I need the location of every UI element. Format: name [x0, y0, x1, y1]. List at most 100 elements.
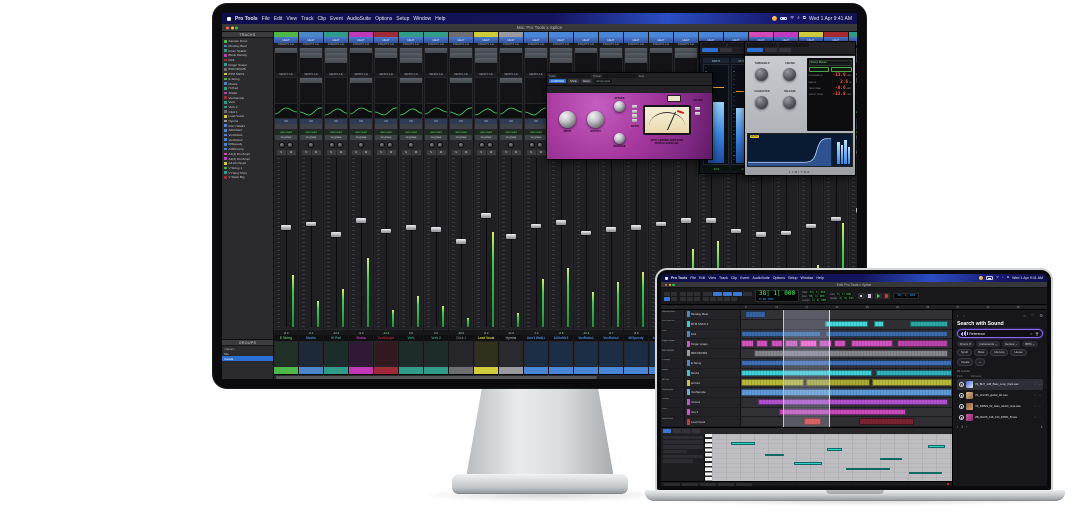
insert-slot[interactable] [575, 58, 597, 63]
insert-slot[interactable] [475, 48, 497, 53]
comments-block[interactable] [525, 342, 547, 366]
menu-clip[interactable]: Clip [317, 16, 326, 22]
track-list-mini-item[interactable]: E String [661, 358, 685, 368]
solo-button[interactable]: S [326, 150, 336, 155]
pan-knobs[interactable] [299, 140, 323, 149]
io-input-selector[interactable]: I/O [325, 118, 347, 124]
audio-clip[interactable] [850, 340, 893, 347]
track-nameplate[interactable]: Hi Pad [324, 335, 348, 341]
search-input[interactable]: Reference ⟳ 🗑 [957, 329, 1043, 338]
send-slot[interactable] [500, 83, 522, 88]
comments-block[interactable] [325, 342, 347, 366]
insert-slot[interactable] [675, 63, 697, 68]
fader-cap[interactable] [356, 218, 366, 223]
midi-note[interactable] [764, 453, 784, 457]
plugin-preset-selector[interactable] [602, 74, 637, 78]
automation-mode-selector[interactable]: auto read [325, 129, 347, 135]
tag-chip[interactable]: Hip Hop [990, 348, 1009, 357]
send-slot[interactable] [400, 83, 422, 88]
insert-slot[interactable] [350, 48, 372, 53]
menubar-clock[interactable]: Wed 1 Apr 9:41 AM [1012, 276, 1043, 280]
fader-cap[interactable] [706, 218, 716, 223]
edit-mode-buttons[interactable] [664, 291, 677, 301]
track-header[interactable]: VoxSample [685, 388, 741, 397]
solo-mute-buttons[interactable]: SM [449, 149, 473, 155]
audio-clip[interactable] [825, 330, 948, 338]
play-icon[interactable] [958, 414, 964, 420]
solo-mute-buttons[interactable]: SM [374, 149, 398, 155]
menu-track[interactable]: Track [719, 276, 728, 280]
insert-slot[interactable] [575, 63, 597, 68]
send-slot[interactable] [450, 83, 472, 88]
insert-slot[interactable] [325, 53, 347, 58]
solo-mute-buttons[interactable]: SM [299, 149, 323, 155]
control-center-icon[interactable]: ⧉ [803, 16, 806, 21]
track-nameplate[interactable]: Lead Vocal [474, 335, 498, 341]
insert-slot[interactable] [500, 58, 522, 63]
grid-nudge-fields[interactable]: Grid 0| 1| 000 Nudge 0| 0| 010 [830, 292, 855, 300]
audio-clip[interactable] [755, 340, 769, 347]
pan-knob[interactable] [287, 142, 293, 148]
insert-slot[interactable] [275, 53, 297, 58]
insert-slot[interactable] [650, 63, 672, 68]
track-header[interactable]: Hi Pad [685, 378, 741, 387]
zoom-window-icon[interactable] [672, 283, 675, 286]
stop-button[interactable] [866, 293, 874, 299]
fader-section[interactable] [450, 156, 472, 329]
send-slot[interactable] [475, 98, 497, 103]
audio-clip[interactable] [909, 320, 948, 328]
apple-menu-icon[interactable] [665, 276, 668, 280]
fader-section[interactable] [525, 156, 547, 329]
transport-controls[interactable] [857, 293, 891, 299]
pan-knob[interactable] [487, 142, 493, 148]
likes-icon[interactable]: ♡ [1031, 313, 1035, 318]
audio-clip[interactable] [876, 369, 952, 377]
track-header[interactable]: E String [685, 358, 741, 368]
results-pagination[interactable]: ‹ 1 › ⇩ [957, 425, 1043, 429]
more-options-icon[interactable]: ⋯ [1039, 404, 1042, 408]
fader-cap[interactable] [681, 218, 691, 223]
send-slot[interactable] [375, 77, 397, 83]
menu-edit[interactable]: Edit [699, 276, 705, 280]
insert-slot[interactable] [275, 58, 297, 63]
automation-mode-selector[interactable]: auto read [400, 129, 422, 135]
insert-slot[interactable] [625, 58, 647, 63]
menu-help[interactable]: Help [816, 276, 823, 280]
send-slot[interactable] [400, 93, 422, 98]
insert-slot[interactable] [650, 53, 672, 58]
send-slot[interactable] [525, 88, 547, 93]
send-slot[interactable] [275, 98, 297, 103]
control-center-icon[interactable]: ⧉ [1007, 276, 1009, 279]
solo-mute-buttons[interactable]: SM [424, 149, 448, 155]
mixer-strip[interactable]: HEATINSERTS A-ESENDS A-EI/Oauto readno g… [449, 32, 473, 374]
track-nameplate[interactable]: VoxRobo2 [599, 335, 623, 341]
track-list-mini-item[interactable]: Finger snaps [661, 339, 685, 348]
filter-chip[interactable]: Drums ✕ [957, 341, 975, 347]
insert-slot[interactable] [400, 63, 422, 68]
mixer-strip[interactable]: HEATINSERTS A-ESENDS A-EI/Oauto readno g… [399, 32, 423, 374]
send-slot[interactable] [300, 83, 322, 88]
groups-list[interactable]: <none> Mix Vocals [222, 346, 273, 361]
compare-button[interactable]: COMPARE [549, 79, 566, 83]
refresh-icon[interactable]: ⟳ [1030, 332, 1033, 336]
menu-edit[interactable]: Edit [274, 16, 283, 22]
io-input-selector[interactable]: I/O [475, 118, 497, 124]
eq-curve-thumbnail[interactable] [400, 103, 422, 118]
track-lane[interactable] [741, 339, 952, 348]
zoom-buttons[interactable] [680, 291, 700, 301]
track-list-mini-item[interactable]: BTM SNKS 2 [661, 319, 685, 329]
fader-cap[interactable] [656, 221, 666, 227]
eq-curve-thumbnail[interactable] [350, 103, 372, 118]
io-input-selector[interactable]: I/O [300, 118, 322, 124]
fader-cap[interactable] [456, 239, 466, 244]
midi-note[interactable] [908, 471, 943, 475]
insert-slot[interactable] [600, 63, 622, 68]
audio-clip[interactable] [871, 379, 952, 386]
insert-slot[interactable] [350, 58, 372, 63]
io-output-selector[interactable] [400, 124, 422, 130]
send-slot[interactable] [450, 88, 472, 93]
insert-slot[interactable] [400, 48, 422, 53]
send-slot[interactable] [425, 98, 447, 103]
insert-slot[interactable] [575, 53, 597, 58]
filter-chip[interactable]: Instruments ⌄ [976, 341, 1001, 347]
